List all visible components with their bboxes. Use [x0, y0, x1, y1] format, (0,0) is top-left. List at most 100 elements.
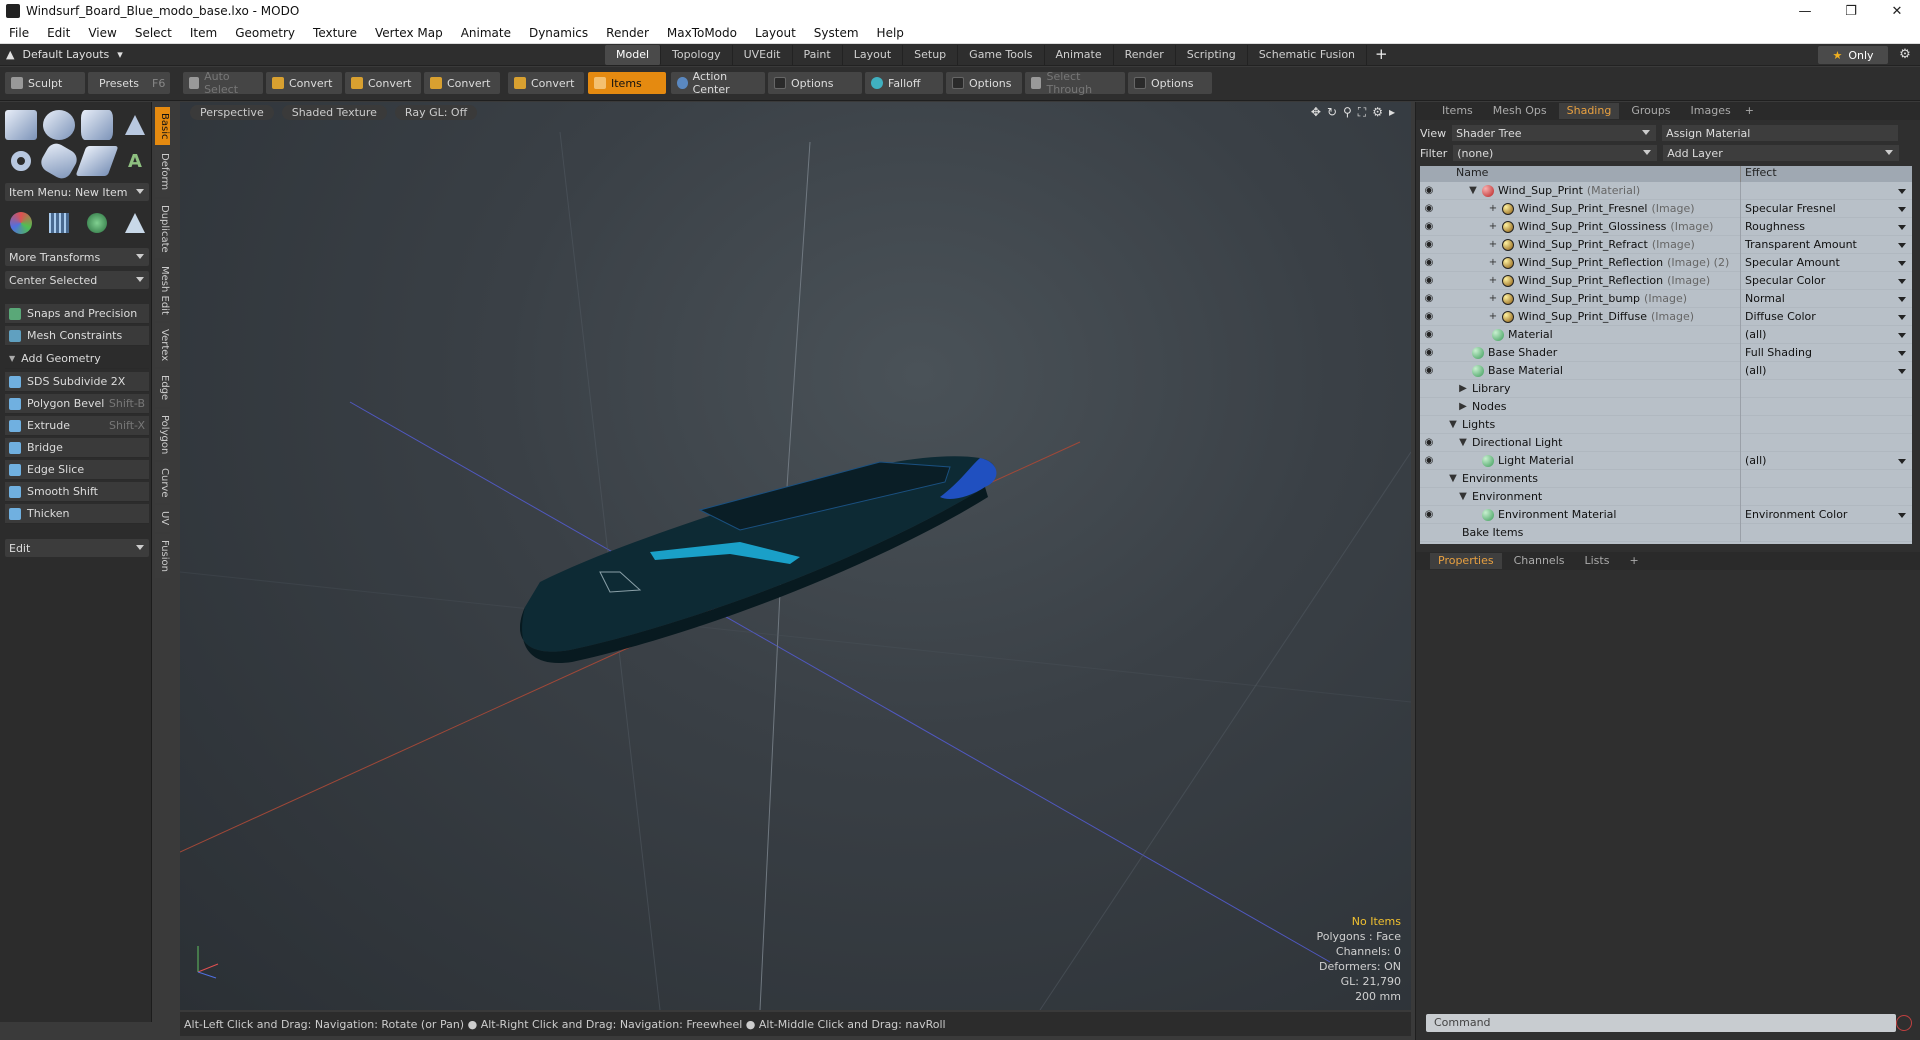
shader-tree-row[interactable]: ▼ Lights — [1420, 415, 1912, 434]
tool-bridge[interactable]: Bridge — [5, 438, 149, 458]
tab-layout[interactable]: Layout — [843, 45, 904, 65]
side-tab-curve[interactable]: Curve — [155, 461, 170, 504]
expand-arrow-icon[interactable]: ▸ — [1389, 105, 1395, 120]
shader-tree-row[interactable]: ▶ Nodes — [1420, 397, 1912, 416]
shader-tree-row[interactable]: ◉ + Wind_Sup_Print_Fresnel (Image) Specular … — [1420, 199, 1912, 218]
falloff-button[interactable]: Falloff — [865, 72, 943, 94]
menu-select[interactable]: Select — [126, 26, 181, 40]
3d-viewport[interactable]: Perspective Shaded Texture Ray GL: Off ✥… — [180, 102, 1411, 1010]
side-tab-fusion[interactable]: Fusion — [155, 533, 170, 578]
eye-icon[interactable]: ◉ — [1420, 311, 1438, 322]
expand-icon[interactable]: + — [1488, 257, 1498, 268]
expand-icon[interactable]: ▼ — [1458, 437, 1468, 448]
grid-icon[interactable] — [43, 208, 75, 238]
add-tab-icon[interactable]: + — [1743, 103, 1756, 119]
tab-schematic-fusion[interactable]: Schematic Fusion — [1248, 45, 1368, 65]
menu-maxtomodo[interactable]: MaxToModo — [658, 26, 746, 40]
cone-icon[interactable] — [119, 110, 151, 140]
eye-icon[interactable]: ◉ — [1420, 437, 1438, 448]
tab-lists[interactable]: Lists — [1577, 553, 1618, 569]
tab-scripting[interactable]: Scripting — [1176, 45, 1248, 65]
shader-tree-row[interactable]: ◉ + Wind_Sup_Print_Diffuse (Image) Diffuse C… — [1420, 307, 1912, 326]
menu-texture[interactable]: Texture — [304, 26, 366, 40]
rotate-icon[interactable]: ↻ — [1327, 105, 1337, 120]
restore-button[interactable]: ❐ — [1828, 0, 1874, 22]
eye-icon[interactable]: ◉ — [1420, 185, 1438, 196]
more-transforms-dropdown[interactable]: More Transforms — [5, 248, 149, 266]
add-tab-icon[interactable]: + — [1367, 44, 1396, 66]
eye-icon[interactable]: ◉ — [1420, 455, 1438, 466]
default-layouts-dropdown[interactable]: ▲ Default Layouts ▾ — [6, 48, 156, 61]
eye-icon[interactable]: ◉ — [1420, 347, 1438, 358]
shader-tree-row[interactable]: ◉ Material (all) — [1420, 325, 1912, 344]
side-tab-uv[interactable]: UV — [155, 505, 170, 532]
sculpt-button[interactable]: Sculpt — [5, 72, 85, 94]
expand-icon[interactable]: + — [1488, 293, 1498, 304]
center-selected-dropdown[interactable]: Center Selected — [5, 271, 149, 289]
name-column-header[interactable]: Name — [1448, 166, 1740, 182]
side-tab-mesh-edit[interactable]: Mesh Edit — [155, 260, 170, 322]
effect-dropdown[interactable]: Environment Color — [1740, 505, 1912, 524]
fit-icon[interactable]: ⛶ — [1358, 105, 1366, 120]
shader-tree-row[interactable]: ▶ Library — [1420, 379, 1912, 398]
gear-icon[interactable]: ⚙ — [1896, 46, 1914, 64]
menu-help[interactable]: Help — [868, 26, 913, 40]
tab-paint[interactable]: Paint — [793, 45, 843, 65]
effect-dropdown[interactable] — [1740, 181, 1912, 200]
tab-properties[interactable]: Properties — [1430, 553, 1502, 569]
tab-animate[interactable]: Animate — [1045, 45, 1114, 65]
side-tab-deform[interactable]: Deform — [155, 147, 170, 197]
options-button-3[interactable]: Options — [1128, 72, 1212, 94]
tool-polygon-bevel[interactable]: Polygon Bevel Shift-B — [5, 394, 149, 414]
pen-icon[interactable] — [75, 146, 119, 176]
globe-icon[interactable] — [81, 208, 113, 238]
eye-icon[interactable]: ◉ — [1420, 509, 1438, 520]
eye-icon[interactable]: ◉ — [1420, 293, 1438, 304]
shader-tree-row[interactable]: Bake Items — [1420, 523, 1912, 542]
tab-items[interactable]: Items — [1434, 103, 1481, 119]
menu-item[interactable]: Item — [181, 26, 226, 40]
tab-topology[interactable]: Topology — [661, 45, 733, 65]
expand-icon[interactable]: + — [1488, 239, 1498, 250]
viewport-gear-icon[interactable]: ⚙ — [1372, 105, 1383, 120]
tool-thicken[interactable]: Thicken — [5, 504, 149, 524]
tab-mesh-ops[interactable]: Mesh Ops — [1485, 103, 1555, 119]
tool-sds-subdivide[interactable]: SDS Subdivide 2X — [5, 372, 149, 392]
view-dropdown[interactable]: Shader Tree — [1452, 125, 1657, 141]
cube-icon[interactable] — [5, 110, 37, 140]
effect-dropdown[interactable]: (all) — [1740, 361, 1912, 380]
shader-tree-row[interactable]: ◉ + Wind_Sup_Print_Glossiness (Image) Roughn… — [1420, 217, 1912, 236]
tab-model[interactable]: Model — [605, 45, 662, 65]
expand-icon[interactable]: ▶ — [1458, 383, 1468, 394]
effect-dropdown[interactable]: Specular Fresnel — [1740, 199, 1912, 218]
side-tab-duplicate[interactable]: Duplicate — [155, 198, 170, 259]
convert-button-1[interactable]: Convert — [266, 72, 342, 94]
side-tab-edge[interactable]: Edge — [155, 369, 170, 407]
effect-dropdown[interactable]: Full Shading — [1740, 343, 1912, 362]
tab-setup[interactable]: Setup — [903, 45, 959, 65]
expand-icon[interactable]: ▶ — [1458, 401, 1468, 412]
capsule-icon[interactable] — [37, 140, 81, 182]
tab-uvedit[interactable]: UVEdit — [733, 45, 793, 65]
tab-groups[interactable]: Groups — [1623, 103, 1678, 119]
shader-tree-row[interactable]: ◉ Light Material (all) — [1420, 451, 1912, 470]
menu-file[interactable]: File — [0, 26, 38, 40]
eye-icon[interactable]: ◉ — [1420, 221, 1438, 232]
assign-material-button[interactable]: Assign Material — [1662, 125, 1899, 141]
add-tab-icon[interactable]: + — [1621, 553, 1646, 569]
perspective-button[interactable]: Perspective — [190, 104, 274, 120]
shader-tree-row[interactable]: ▼ Environments — [1420, 469, 1912, 488]
menu-animate[interactable]: Animate — [452, 26, 520, 40]
move-icon[interactable] — [5, 208, 37, 238]
action-center-button[interactable]: Action Center — [671, 70, 765, 96]
eye-icon[interactable]: ◉ — [1420, 329, 1438, 340]
text-icon[interactable]: A — [119, 146, 151, 176]
close-button[interactable]: ✕ — [1874, 0, 1920, 22]
items-mode-button[interactable]: Items — [588, 72, 666, 94]
side-tab-basic[interactable]: Basic — [155, 107, 170, 146]
eye-icon[interactable]: ◉ — [1420, 203, 1438, 214]
shader-tree-row[interactable]: ◉ + Wind_Sup_Print_Refract (Image) Transpare… — [1420, 235, 1912, 254]
shader-tree-row[interactable]: ◉ Environment Material Environment Color — [1420, 505, 1912, 524]
shader-tree-row[interactable]: ◉ ▼ Directional Light — [1420, 433, 1912, 452]
tab-channels[interactable]: Channels — [1506, 553, 1573, 569]
